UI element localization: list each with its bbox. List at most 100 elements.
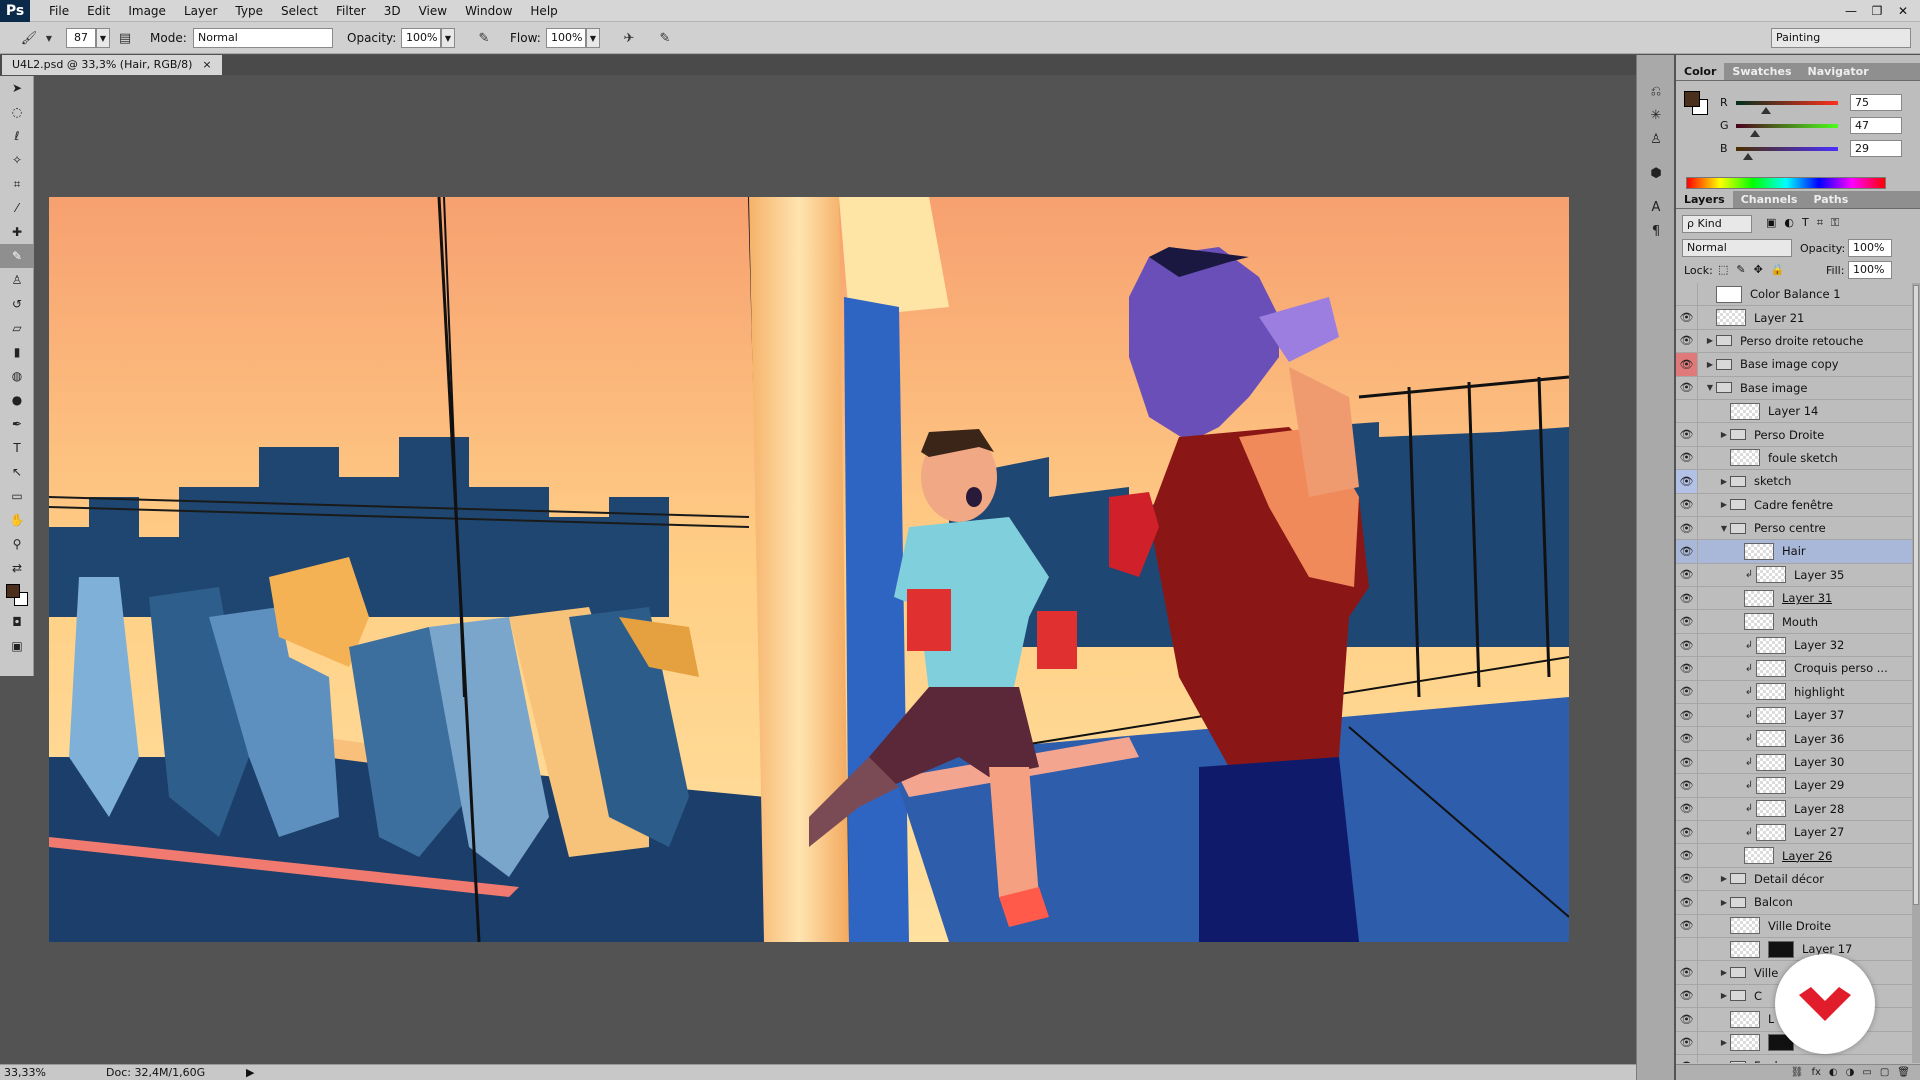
layer-row[interactable]: 👁 ↲ Layer 36 [1676, 727, 1912, 751]
add-mask-icon[interactable]: ◐ [1829, 1067, 1838, 1078]
brush-panel-icon[interactable]: ▤ [116, 29, 134, 47]
blue-slider-track[interactable] [1736, 147, 1838, 151]
layer-name[interactable]: Layer 32 [1794, 638, 1844, 652]
layer-name[interactable]: Layer 21 [1754, 311, 1804, 325]
brush-tool-icon[interactable]: 🖌 [20, 29, 38, 47]
color-swatches[interactable] [0, 580, 34, 610]
layer-thumbnail[interactable] [1716, 309, 1746, 327]
layer-name[interactable]: sketch [1754, 474, 1791, 488]
layer-row[interactable]: 👁 ↲ Layer 35 [1676, 563, 1912, 588]
layer-mask-thumbnail[interactable] [1768, 940, 1794, 958]
tab-swatches[interactable]: Swatches [1724, 63, 1799, 80]
layer-thumbnail[interactable] [1756, 800, 1786, 818]
layer-thumbnail[interactable] [1756, 753, 1786, 771]
menu-image[interactable]: Image [119, 0, 175, 22]
layer-thumbnail[interactable] [1756, 566, 1786, 584]
layer-thumbnail[interactable] [1756, 683, 1786, 701]
visibility-eye-icon[interactable]: 👁 [1676, 329, 1698, 353]
path-select-tool-icon[interactable]: ↖ [0, 460, 34, 484]
filter-icons[interactable]: ▣◐T⌗⚿ [1766, 216, 1847, 230]
red-value-field[interactable]: 75 [1850, 94, 1902, 111]
tab-layers[interactable]: Layers [1676, 191, 1733, 208]
foreground-swatch[interactable] [6, 584, 20, 598]
layer-name[interactable]: Layer 36 [1794, 732, 1844, 746]
layer-name[interactable]: Color Balance 1 [1750, 287, 1841, 301]
tab-navigator[interactable]: Navigator [1800, 63, 1877, 80]
green-slider-thumb[interactable] [1749, 130, 1760, 137]
new-group-icon[interactable]: ▭ [1862, 1067, 1871, 1078]
layer-thumbnail[interactable] [1730, 402, 1760, 420]
layer-thumbnail[interactable] [1756, 659, 1786, 677]
opacity-field[interactable]: 100% [401, 28, 441, 48]
green-slider-track[interactable] [1736, 124, 1838, 128]
brush-tool-icon[interactable]: ✎ [0, 244, 34, 268]
menu-help[interactable]: Help [521, 0, 566, 22]
gradient-tool-icon[interactable]: ▮ [0, 340, 34, 364]
layer-row[interactable]: 👁 Ville Droite [1676, 914, 1912, 938]
layer-style-icon[interactable]: fx [1811, 1067, 1820, 1078]
visibility-eye-icon[interactable]: 👁 [1676, 844, 1698, 868]
layer-row[interactable]: 👁 ▼ Perso centre [1676, 516, 1912, 541]
layer-list-scrollbar[interactable] [1912, 283, 1920, 1063]
history-icon[interactable]: ⎌ [1637, 79, 1675, 103]
lock-icons[interactable]: ⬚✎✥🔒 [1718, 263, 1793, 276]
layer-name[interactable]: Ville Droite [1768, 919, 1831, 933]
layer-row[interactable]: 👁 ↲ Layer 32 [1676, 633, 1912, 658]
visibility-eye-icon[interactable]: 👁 [1676, 446, 1698, 470]
layer-thumbnail[interactable] [1756, 636, 1786, 654]
marquee-tool-icon[interactable]: ◌ [0, 100, 34, 124]
layer-name[interactable]: Layer 31 [1782, 591, 1832, 605]
close-icon[interactable]: × [202, 55, 211, 75]
visibility-eye-icon[interactable]: 👁 [1676, 633, 1698, 657]
eyedropper-tool-icon[interactable]: ⁄ [0, 196, 34, 220]
layer-row[interactable]: 👁 ↲ Layer 28 [1676, 797, 1912, 821]
layer-thumbnail[interactable] [1744, 589, 1774, 607]
layer-row[interactable]: 👁 ▶ Base image copy [1676, 352, 1912, 377]
visibility-eye-icon[interactable]: 👁 [1676, 469, 1698, 493]
layer-name[interactable]: Layer 14 [1768, 404, 1818, 418]
layer-name[interactable]: Croquis perso ... [1794, 661, 1888, 675]
visibility-eye-icon[interactable]: 👁 [1676, 984, 1698, 1008]
blend-mode-select[interactable]: Normal [1682, 239, 1792, 257]
quick-select-tool-icon[interactable]: ✧ [0, 148, 34, 172]
layer-row[interactable]: 👁 ▼ Base image [1676, 376, 1912, 400]
minimize-icon[interactable]: — [1838, 2, 1864, 20]
layer-row[interactable]: 👁 foule sketch [1676, 446, 1912, 471]
visibility-eye-icon[interactable]: 👁 [1676, 727, 1698, 751]
red-slider-track[interactable] [1736, 101, 1838, 105]
visibility-eye-icon[interactable]: 👁 [1676, 1054, 1698, 1063]
link-layers-icon[interactable]: ⛓ [1791, 1067, 1804, 1078]
visibility-eye-icon[interactable]: 👁 [1676, 680, 1698, 704]
brush-presets-icon[interactable]: ✳ [1637, 103, 1675, 127]
tab-paths[interactable]: Paths [1805, 191, 1856, 208]
menu-file[interactable]: File [40, 0, 78, 22]
layer-opacity-field[interactable]: 100% [1848, 239, 1892, 257]
layer-row[interactable]: 👁 Mouth [1676, 610, 1912, 634]
layer-name[interactable]: Layer 27 [1794, 825, 1844, 839]
visibility-eye-icon[interactable]: 👁 [1676, 937, 1698, 961]
layer-row[interactable]: 👁 ▶ Balcon [1676, 890, 1912, 915]
layer-row[interactable]: 👁 ↲ Layer 37 [1676, 703, 1912, 728]
expand-triangle-icon[interactable]: ▶ [1718, 991, 1730, 1000]
layer-row[interactable]: 👁 ↲ Layer 27 [1676, 820, 1912, 845]
tab-color[interactable]: Color [1676, 63, 1725, 80]
menu-view[interactable]: View [410, 0, 456, 22]
layer-row[interactable]: 👁 Layer 14 [1676, 399, 1912, 424]
layer-name[interactable]: Layer 28 [1794, 802, 1844, 816]
expand-triangle-icon[interactable]: ▶ [1704, 336, 1716, 345]
expand-triangle-icon[interactable]: ▶ [1718, 500, 1730, 509]
layer-name[interactable]: Layer 30 [1794, 755, 1844, 769]
layer-name[interactable]: Perso Droite [1754, 428, 1824, 442]
clone-source-icon[interactable]: ♙ [1637, 127, 1675, 151]
layer-thumbnail[interactable] [1730, 1010, 1760, 1028]
hand-tool-icon[interactable]: ✋ [0, 508, 34, 532]
menu-window[interactable]: Window [456, 0, 521, 22]
expand-triangle-icon[interactable]: ▼ [1718, 524, 1730, 533]
visibility-eye-icon[interactable]: 👁 [1676, 376, 1698, 400]
layer-thumbnail[interactable] [1744, 542, 1774, 560]
swap-colors-icon[interactable]: ⇄ [0, 556, 34, 580]
layer-thumbnail[interactable] [1744, 847, 1774, 865]
layer-name[interactable]: highlight [1794, 685, 1845, 699]
visibility-eye-icon[interactable]: 👁 [1676, 890, 1698, 914]
layer-thumbnail[interactable] [1730, 1034, 1760, 1052]
